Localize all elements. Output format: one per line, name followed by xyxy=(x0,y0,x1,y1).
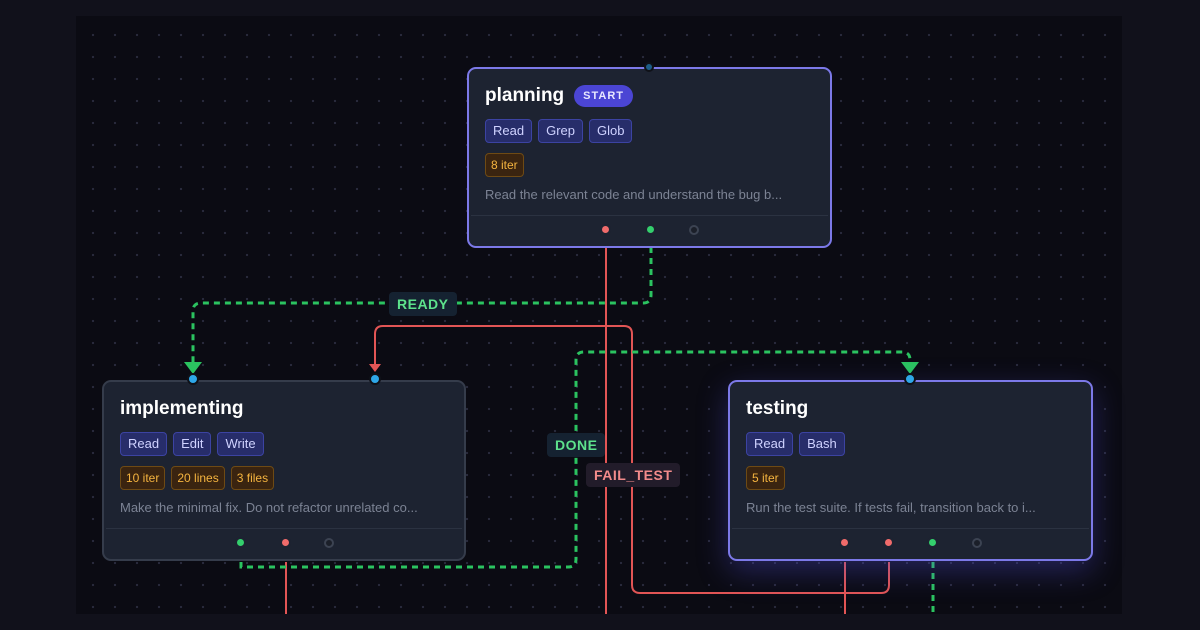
node-title: implementing xyxy=(120,398,244,419)
tool-chip-read: Read xyxy=(485,119,533,143)
tool-chip-edit: Edit xyxy=(173,432,212,456)
tool-chip-read: Read xyxy=(746,432,794,456)
tool-chip-glob: Glob xyxy=(588,119,633,143)
node-planning[interactable]: planning START Read Grep Glob 8 iter Rea… xyxy=(467,67,832,248)
start-badge: START xyxy=(574,85,634,107)
input-port[interactable] xyxy=(369,373,381,385)
divider xyxy=(471,215,828,216)
limit-chip-iter: 8 iter xyxy=(485,153,524,177)
output-port-fail[interactable] xyxy=(839,537,850,548)
input-port[interactable] xyxy=(904,373,916,385)
output-port-add[interactable] xyxy=(324,538,334,548)
tool-chip-bash: Bash xyxy=(799,432,845,456)
output-port-success[interactable] xyxy=(645,224,656,235)
edge-label-ready[interactable]: READY xyxy=(389,292,457,316)
input-port[interactable] xyxy=(187,373,199,385)
output-port-fail[interactable] xyxy=(600,224,611,235)
limit-chip-iter: 10 iter xyxy=(120,466,166,490)
node-description: Read the relevant code and understand th… xyxy=(485,187,783,202)
tool-chip-write: Write xyxy=(217,432,264,456)
node-title: planning xyxy=(485,85,565,106)
tool-chip-grep: Grep xyxy=(538,119,583,143)
node-title: testing xyxy=(746,398,809,419)
divider xyxy=(732,528,1089,529)
output-port-fail[interactable] xyxy=(280,537,291,548)
arrow-fail-test-head xyxy=(369,364,381,372)
edge-label-done[interactable]: DONE xyxy=(547,433,606,457)
output-port-success[interactable] xyxy=(927,537,938,548)
node-implementing[interactable]: implementing Read Edit Write 10 iter 20 … xyxy=(102,380,466,561)
limit-chip-files: 3 files xyxy=(230,466,275,490)
input-port[interactable] xyxy=(644,62,654,72)
edge-label-fail-test[interactable]: FAIL_TEST xyxy=(586,463,681,487)
limit-chip-iter: 5 iter xyxy=(746,466,785,490)
tool-chip-read: Read xyxy=(120,432,168,456)
limit-chip-lines: 20 lines xyxy=(171,466,225,490)
output-port-add[interactable] xyxy=(689,225,699,235)
node-description: Make the minimal fix. Do not refactor un… xyxy=(120,500,418,515)
output-port-success[interactable] xyxy=(235,537,246,548)
node-testing[interactable]: testing Read Bash 5 iter Run the test su… xyxy=(728,380,1093,561)
divider xyxy=(106,528,462,529)
output-port-fail[interactable] xyxy=(883,537,894,548)
output-port-add[interactable] xyxy=(972,538,982,548)
node-description: Run the test suite. If tests fail, trans… xyxy=(746,500,1036,515)
